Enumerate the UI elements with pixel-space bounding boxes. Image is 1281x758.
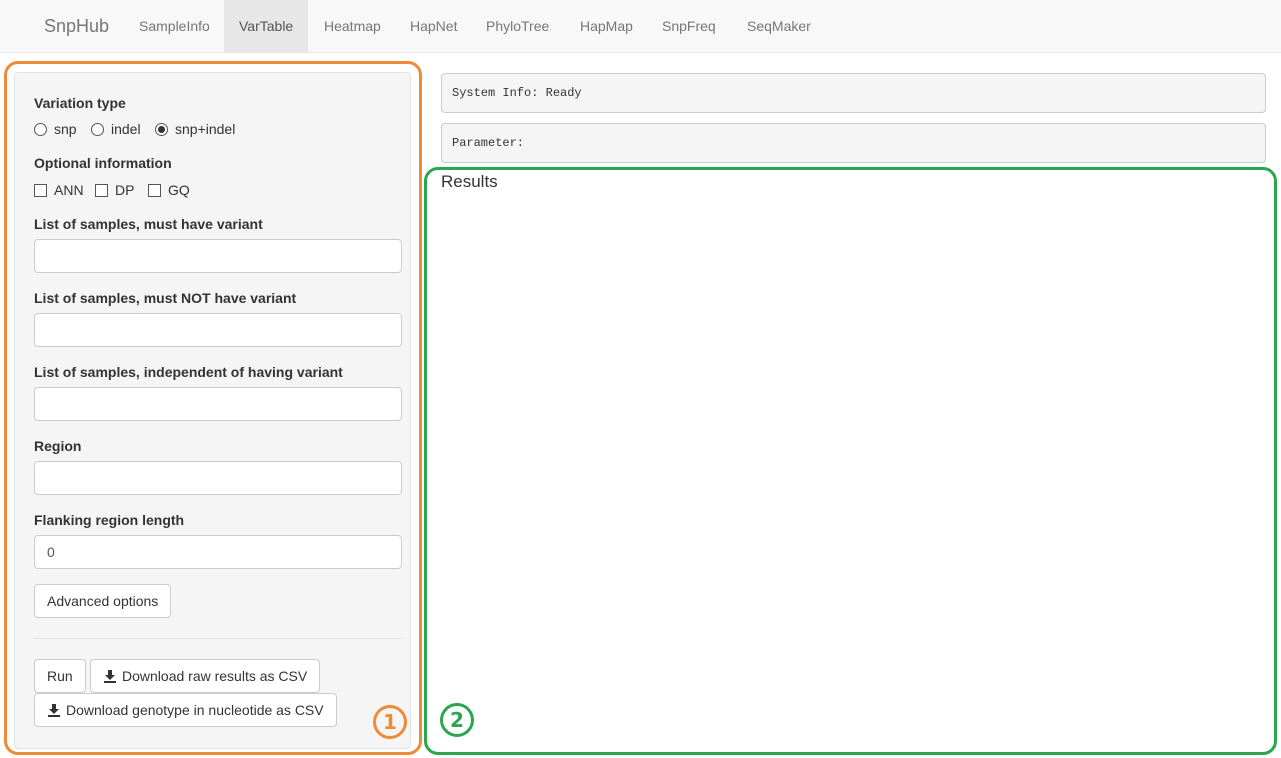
tab-heatmap[interactable]: Heatmap xyxy=(309,0,396,52)
annotation-frame-results xyxy=(424,167,1277,755)
tab-hapmap[interactable]: HapMap xyxy=(565,0,648,52)
annotation-frame-sidebar xyxy=(4,61,422,755)
tab-hapnet[interactable]: HapNet xyxy=(395,0,472,52)
tab-vartable[interactable]: VarTable xyxy=(224,0,309,52)
tab-sampleinfo[interactable]: SampleInfo xyxy=(124,0,225,52)
tab-snpfreq[interactable]: SnpFreq xyxy=(647,0,731,52)
annotation-badge-2: 2 xyxy=(440,703,474,737)
top-navbar: SnpHub SampleInfo VarTable Heatmap HapNe… xyxy=(0,0,1281,53)
tab-phylotree[interactable]: PhyloTree xyxy=(471,0,564,52)
brand-logo[interactable]: SnpHub xyxy=(44,0,109,52)
tab-seqmaker[interactable]: SeqMaker xyxy=(732,0,826,52)
annotation-badge-1: 1 xyxy=(373,705,407,739)
parameter-box: Parameter: xyxy=(441,123,1266,163)
system-info-box: System Info: Ready xyxy=(441,73,1266,113)
